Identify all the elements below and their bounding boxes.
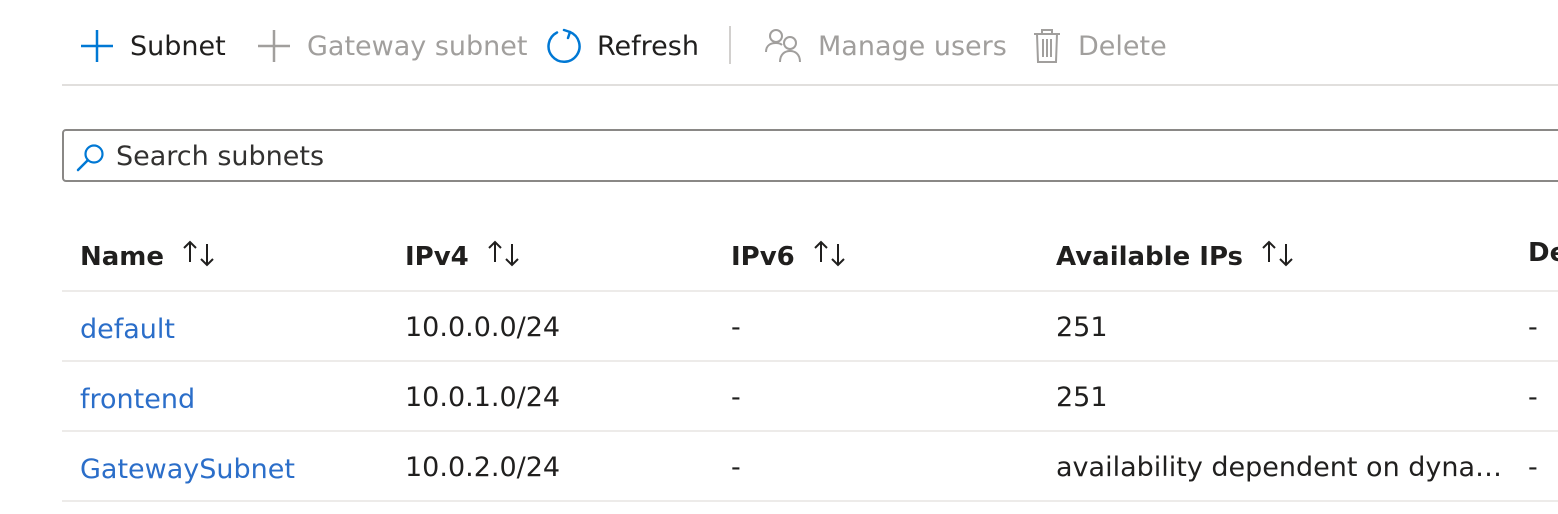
column-header-label: Available IPs	[1056, 241, 1244, 272]
sort-icon	[180, 238, 218, 275]
subnet-name-link[interactable]: default	[80, 314, 175, 345]
plus-icon	[257, 29, 291, 63]
available-ips-cell: 251	[1056, 382, 1108, 413]
column-header-ipv4[interactable]: IPv4	[405, 238, 523, 275]
add-subnet-label: Subnet	[130, 30, 226, 62]
ipv6-cell: -	[731, 382, 741, 413]
column-header-name[interactable]: Name	[80, 238, 218, 275]
truncated-column-cell: -	[1528, 452, 1538, 483]
column-header-truncated[interactable]: De	[1528, 238, 1558, 268]
search-input[interactable]	[116, 137, 1516, 175]
refresh-button[interactable]: Refresh	[545, 24, 699, 68]
table-header: Name IPv4 IPv6 Available IPs D	[62, 222, 1558, 292]
truncated-column-cell: -	[1528, 312, 1538, 343]
add-gateway-subnet-button[interactable]: Gateway subnet	[257, 24, 527, 68]
column-header-label: De	[1528, 238, 1558, 268]
table-row[interactable]: frontend 10.0.1.0/24 - 251 -	[62, 362, 1558, 432]
sort-icon	[485, 238, 523, 275]
manage-users-button[interactable]: Manage users	[764, 24, 1007, 68]
table-row[interactable]: GatewaySubnet 10.0.2.0/24 - availability…	[62, 432, 1558, 502]
refresh-label: Refresh	[597, 30, 699, 62]
delete-button[interactable]: Delete	[1032, 24, 1167, 68]
search-icon	[76, 143, 106, 177]
column-header-available-ips[interactable]: Available IPs	[1056, 238, 1516, 275]
subnets-table: Name IPv4 IPv6 Available IPs D default 1…	[62, 222, 1558, 502]
trash-icon	[1032, 28, 1062, 64]
ipv6-cell: -	[731, 312, 741, 343]
manage-users-label: Manage users	[818, 30, 1007, 62]
subnet-name-link[interactable]: GatewaySubnet	[80, 454, 295, 485]
sort-icon	[1259, 238, 1297, 275]
column-header-label: IPv4	[405, 241, 469, 272]
truncated-column-cell: -	[1528, 382, 1538, 413]
subnets-page: Subnet Gateway subnet Refresh Manage use…	[0, 0, 1558, 514]
add-gateway-subnet-label: Gateway subnet	[307, 30, 528, 62]
table-row[interactable]: default 10.0.0.0/24 - 251 -	[62, 292, 1558, 362]
command-bar: Subnet Gateway subnet Refresh Manage use…	[62, 0, 1558, 86]
add-subnet-button[interactable]: Subnet	[80, 24, 226, 68]
toolbar-divider	[729, 26, 731, 64]
plus-icon	[80, 29, 114, 63]
available-ips-cell: availability dependent on dynamic…	[1056, 452, 1516, 483]
delete-label: Delete	[1078, 30, 1167, 62]
subnet-name-link[interactable]: frontend	[80, 384, 195, 415]
search-box[interactable]	[62, 129, 1558, 182]
ipv4-cell: 10.0.2.0/24	[405, 452, 561, 483]
ipv4-cell: 10.0.1.0/24	[405, 382, 561, 413]
available-ips-cell: 251	[1056, 312, 1108, 343]
refresh-icon	[545, 27, 581, 65]
sort-icon	[811, 238, 849, 275]
column-header-label: Name	[80, 241, 165, 272]
ipv4-cell: 10.0.0.0/24	[405, 312, 561, 343]
column-header-ipv6[interactable]: IPv6	[731, 238, 849, 275]
ipv6-cell: -	[731, 452, 741, 483]
column-header-label: IPv6	[731, 241, 795, 272]
manage-users-icon	[764, 28, 802, 64]
